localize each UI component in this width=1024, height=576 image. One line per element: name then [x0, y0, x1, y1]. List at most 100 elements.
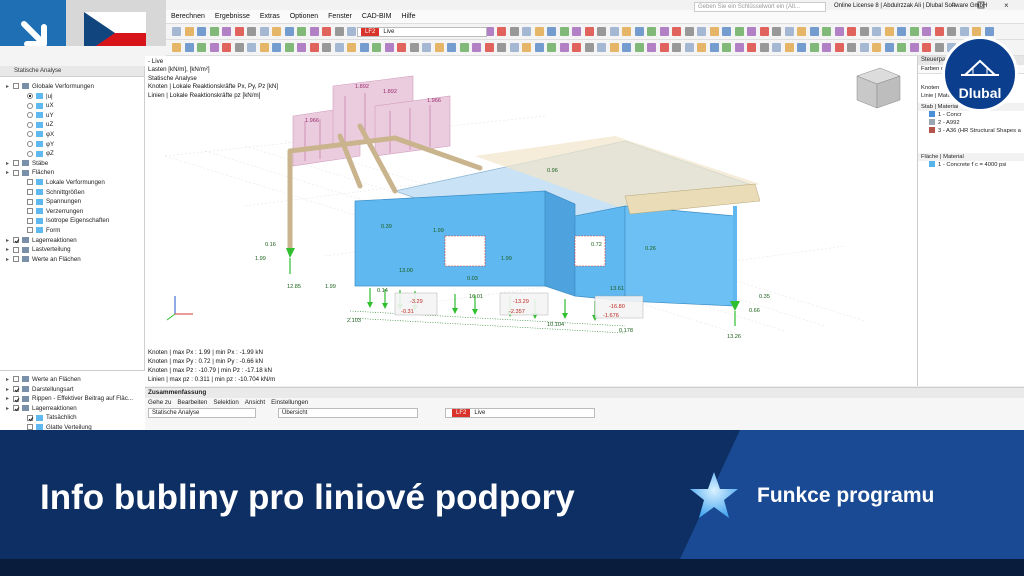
toolbar-button-icon[interactable]: [922, 27, 931, 36]
navigator-item[interactable]: φY: [20, 140, 54, 149]
navigator-item[interactable]: ▸ Stäbe: [6, 159, 48, 168]
menu-item[interactable]: Extras: [255, 13, 285, 20]
toolbar-button-icon[interactable]: [372, 43, 381, 52]
checkbox[interactable]: [27, 208, 33, 215]
model-viewport[interactable]: - Live Lasten [kN/m], [kN/m²] Statische An…: [145, 56, 917, 386]
toolbar-button-icon[interactable]: [459, 43, 469, 52]
toolbar-button-icon[interactable]: [684, 43, 694, 52]
toolbar-button-icon[interactable]: [622, 27, 631, 36]
navigator-item[interactable]: Lokale Verformungen: [20, 178, 105, 187]
toolbar-button-icon[interactable]: [809, 27, 819, 36]
toolbar-button-icon[interactable]: [609, 27, 619, 36]
toolbar-button-icon[interactable]: [497, 43, 506, 52]
toolbar-button-icon[interactable]: [647, 27, 656, 36]
toolbar-button-icon[interactable]: [597, 43, 606, 52]
checkbox[interactable]: [13, 405, 20, 412]
checkbox[interactable]: [27, 179, 33, 186]
toolbar-button-icon[interactable]: [834, 43, 844, 52]
navigator-item[interactable]: φZ: [20, 149, 54, 158]
navigator-item[interactable]: Spannungen: [20, 197, 81, 206]
checkbox[interactable]: [27, 188, 33, 195]
navigator-item[interactable]: ▸ Werte an Flächen: [6, 255, 81, 264]
toolbar-button-icon[interactable]: [897, 43, 906, 52]
navigator-item[interactable]: Form: [20, 226, 60, 235]
material-legend-item[interactable]: 3 - A36 (HR Structural Shapes a: [918, 127, 1024, 135]
toolbar-button-icon[interactable]: [572, 27, 581, 36]
menu-item[interactable]: Fenster: [323, 13, 357, 20]
toolbar-button-icon[interactable]: [309, 27, 319, 36]
flaeche-material-header[interactable]: Fläche | Material: [918, 153, 1024, 161]
toolbar-button-icon[interactable]: [184, 27, 194, 36]
toolbar-button-icon[interactable]: [472, 43, 481, 52]
toolbar-button-icon[interactable]: [284, 43, 294, 52]
toolbar-button-icon[interactable]: [247, 43, 256, 52]
toolbar-button-icon[interactable]: [509, 27, 519, 36]
toolbar-button-icon[interactable]: [672, 43, 681, 52]
navigator-item[interactable]: |u|: [20, 92, 53, 101]
radio-button[interactable]: [27, 121, 33, 128]
toolbar-button-icon[interactable]: [834, 27, 844, 36]
navigator-item[interactable]: uY: [20, 111, 54, 120]
toolbar-button-icon[interactable]: [722, 43, 731, 52]
expand-chevron-icon[interactable]: ▸: [6, 405, 13, 414]
toolbar-button-icon[interactable]: [847, 43, 856, 52]
toolbar-button-icon[interactable]: [984, 27, 994, 36]
expand-chevron-icon[interactable]: ▸: [6, 83, 13, 92]
navigator-item[interactable]: Verzerrungen: [20, 207, 83, 216]
radio-button[interactable]: [27, 140, 33, 147]
toolbar-button-icon[interactable]: [797, 27, 806, 36]
toolbar-button-icon[interactable]: [347, 27, 356, 36]
summary-menu-item[interactable]: Selektion: [210, 398, 241, 407]
toolbar-button-icon[interactable]: [684, 27, 694, 36]
toolbar-button-icon[interactable]: [884, 43, 894, 52]
toolbar-button-icon[interactable]: [959, 27, 969, 36]
navigator-item[interactable]: ▸ Globale Verformungen: [6, 82, 94, 91]
checkbox[interactable]: [13, 236, 20, 244]
navigator-item[interactable]: uX: [20, 101, 54, 110]
toolbar-button-icon[interactable]: [672, 27, 681, 36]
toolbar-button-icon[interactable]: [697, 43, 706, 52]
summary-menu-item[interactable]: Bearbeiten: [174, 398, 210, 407]
toolbar-button-icon[interactable]: [697, 27, 706, 36]
toolbar-button-icon[interactable]: [547, 27, 556, 36]
toolbar-button-icon[interactable]: [297, 27, 306, 36]
toolbar-button-icon[interactable]: [272, 27, 281, 36]
navigator-item[interactable]: ▸ Darstellungsart: [6, 385, 74, 394]
analysis-type-select[interactable]: Statische Analyse: [148, 408, 256, 418]
toolbar-button-icon[interactable]: [622, 43, 631, 52]
toolbar-button-icon[interactable]: [559, 27, 569, 36]
load-case-select[interactable]: LF2 Live: [357, 27, 487, 37]
navigator-item[interactable]: uZ: [20, 120, 53, 129]
toolbar-button-icon[interactable]: [259, 27, 269, 36]
toolbar-button-icon[interactable]: [872, 27, 881, 36]
toolbar-button-icon[interactable]: [322, 27, 331, 36]
toolbar-button-icon[interactable]: [859, 43, 869, 52]
navigator-item[interactable]: Isotrope Eigenschaften: [20, 216, 109, 225]
toolbar-button-icon[interactable]: [747, 27, 756, 36]
toolbar-button-icon[interactable]: [722, 27, 731, 36]
toolbar-button-icon[interactable]: [784, 43, 794, 52]
toolbar-button-icon[interactable]: [547, 43, 556, 52]
radio-button[interactable]: [27, 102, 33, 109]
toolbar-button-icon[interactable]: [747, 43, 756, 52]
toolbar-button-icon[interactable]: [634, 27, 644, 36]
checkbox[interactable]: [27, 414, 34, 421]
radio-button[interactable]: [27, 92, 33, 99]
toolbar-button-icon[interactable]: [922, 43, 931, 52]
toolbar-button-icon[interactable]: [172, 43, 181, 52]
summary-menu-item[interactable]: Gehe zu: [145, 398, 174, 407]
navigator-item[interactable]: ▸ Lastverteilung: [6, 245, 71, 254]
material-legend-item[interactable]: 1 - Concr: [918, 111, 1024, 119]
toolbar-button-icon[interactable]: [734, 43, 744, 52]
toolbar-button-icon[interactable]: [822, 43, 831, 52]
toolbar-button-icon[interactable]: [884, 27, 894, 36]
toolbar-button-icon[interactable]: [347, 43, 356, 52]
checkbox[interactable]: [13, 83, 19, 90]
toolbar-button-icon[interactable]: [184, 43, 194, 52]
radio-button[interactable]: [27, 150, 33, 157]
toolbar-button-icon[interactable]: [409, 43, 419, 52]
toolbar-button-icon[interactable]: [172, 27, 181, 36]
toolbar-button-icon[interactable]: [822, 27, 831, 36]
toolbar-button-icon[interactable]: [309, 43, 319, 52]
toolbar-button-icon[interactable]: [709, 43, 719, 52]
